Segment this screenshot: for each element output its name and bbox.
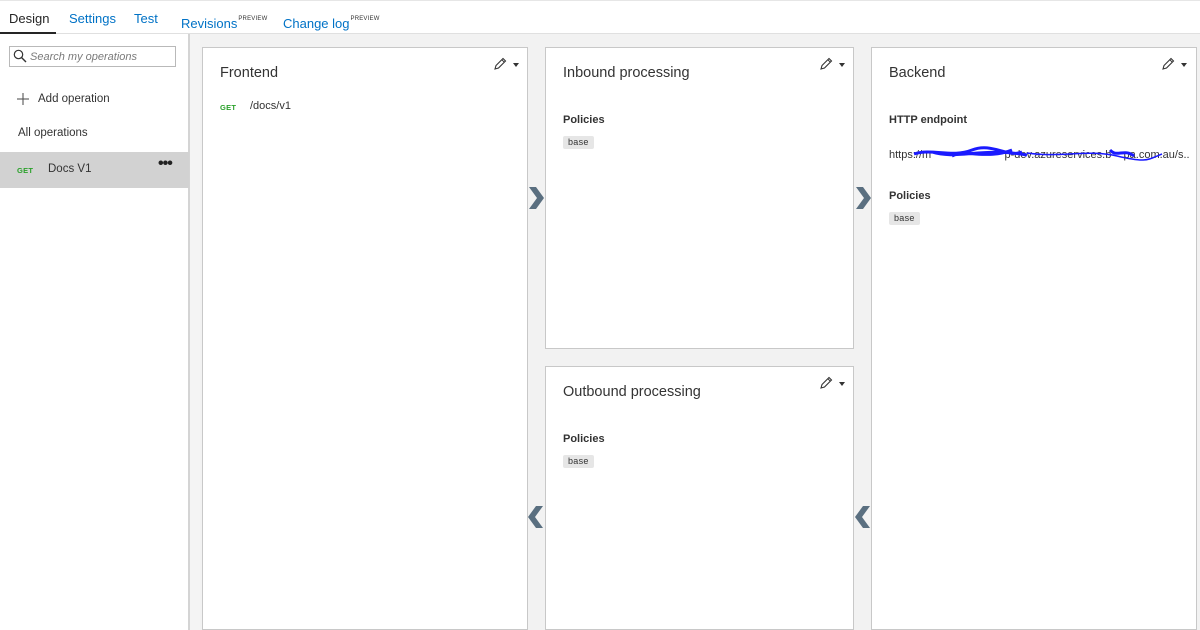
backend-card: Backend HTTP endpoint https://m p-dev.az… — [871, 47, 1197, 630]
pencil-icon — [1162, 57, 1175, 70]
operations-sidebar: Add operation All operations GET Docs V1… — [0, 34, 189, 630]
tab-bar: Design Settings Test RevisionsPREVIEW Ch… — [0, 0, 1200, 35]
pencil-icon — [494, 57, 507, 70]
method-badge: GET — [17, 166, 34, 175]
method-badge: GET — [220, 103, 237, 112]
redaction-scribble — [913, 146, 1163, 161]
chevron-left-icon — [855, 506, 870, 528]
chevron-down-icon — [839, 382, 845, 386]
chevron-down-icon — [1181, 63, 1187, 67]
inbound-processing-card: Inbound processing Policies base — [545, 47, 854, 349]
policy-badge[interactable]: base — [889, 212, 920, 225]
chevron-down-icon — [513, 63, 519, 67]
search-box — [9, 46, 176, 67]
all-operations-link[interactable]: All operations — [18, 127, 88, 139]
tab-design[interactable]: Design — [9, 1, 49, 35]
tab-design-label: Design — [9, 11, 50, 26]
operation-path: /docs/v1 — [250, 100, 291, 112]
more-options-button[interactable]: ••• — [158, 156, 178, 174]
frontend-edit-button[interactable] — [492, 56, 522, 72]
chevron-right-icon — [856, 187, 871, 209]
tab-change-log[interactable]: Change logPREVIEW — [283, 1, 380, 35]
sidebar-splitter[interactable] — [189, 34, 200, 630]
tab-revisions[interactable]: RevisionsPREVIEW — [181, 1, 267, 35]
add-operation-button[interactable]: Add operation — [16, 90, 110, 108]
search-input[interactable] — [30, 47, 172, 66]
card-title: Inbound processing — [563, 65, 690, 81]
pencil-icon — [820, 57, 833, 70]
backend-edit-button[interactable] — [1160, 56, 1190, 72]
card-title: Backend — [889, 65, 946, 81]
tab-change-log-label: Change log — [283, 16, 350, 31]
chevron-right-icon — [529, 187, 544, 209]
chevron-down-icon — [839, 63, 845, 67]
card-title: Outbound processing — [563, 384, 701, 400]
tab-settings-label: Settings — [69, 11, 116, 26]
inbound-edit-button[interactable] — [818, 56, 848, 72]
tab-test-label: Test — [134, 11, 158, 26]
card-title: Frontend — [220, 65, 279, 81]
operation-name: Docs V1 — [48, 163, 92, 175]
chevron-left-icon — [528, 506, 543, 528]
preview-tag: PREVIEW — [238, 16, 268, 22]
policies-label: Policies — [563, 433, 605, 445]
tab-test[interactable]: Test — [134, 1, 158, 35]
preview-tag: PREVIEW — [350, 16, 380, 22]
search-icon — [13, 49, 27, 63]
plus-icon — [16, 92, 30, 106]
policies-label: Policies — [889, 190, 931, 202]
http-endpoint-label: HTTP endpoint — [889, 114, 968, 126]
tab-revisions-label: Revisions — [181, 16, 238, 31]
tab-settings[interactable]: Settings — [69, 1, 116, 35]
pencil-icon — [820, 376, 833, 389]
outbound-edit-button[interactable] — [818, 375, 848, 391]
add-operation-label: Add operation — [38, 93, 110, 105]
frontend-card: Frontend GET /docs/v1 — [202, 47, 528, 630]
policy-badge[interactable]: base — [563, 136, 594, 149]
policy-badge[interactable]: base — [563, 455, 594, 468]
policies-label: Policies — [563, 114, 605, 126]
operation-list-item[interactable]: GET Docs V1 ••• — [0, 152, 189, 188]
outbound-processing-card: Outbound processing Policies base — [545, 366, 854, 630]
